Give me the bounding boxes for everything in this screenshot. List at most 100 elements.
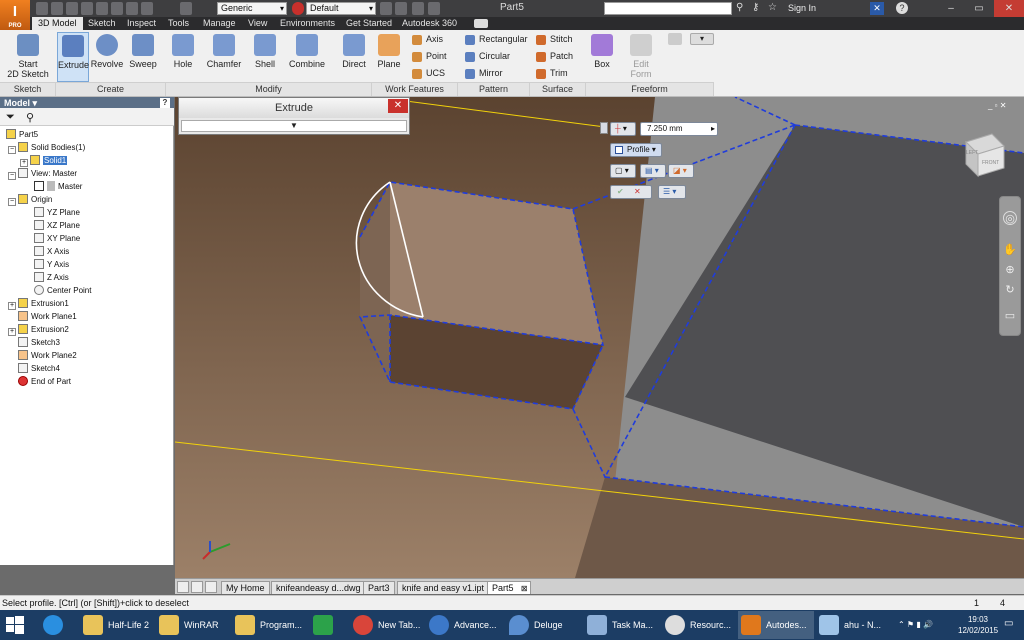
chamfer-button[interactable]: Chamfer	[204, 32, 244, 82]
help-icon[interactable]: ?	[896, 2, 908, 14]
viewport-window-controls[interactable]: _ ▫ ✕	[988, 101, 1020, 111]
tree-node-origin[interactable]: − Origin	[2, 193, 172, 206]
minitoolbar-grip[interactable]	[600, 122, 608, 134]
expand-icon[interactable]: +	[20, 159, 28, 167]
tree-node-part[interactable]: Part5	[2, 128, 172, 141]
tree-node-extrusion2[interactable]: + Extrusion2	[2, 323, 172, 336]
open-file-icon[interactable]	[51, 2, 63, 15]
plane-button[interactable]: Plane	[374, 32, 404, 82]
taskbar-deluge[interactable]: Deluge	[506, 611, 582, 639]
help-search-input[interactable]	[604, 2, 732, 15]
tree-node-y-axis[interactable]: Y Axis	[2, 258, 172, 271]
hole-button[interactable]: Hole	[168, 32, 198, 82]
taskbar-winrar[interactable]: WinRAR	[156, 611, 230, 639]
collapse-icon[interactable]: −	[8, 146, 16, 154]
checkbox-checked-icon[interactable]	[34, 181, 44, 191]
group-surface[interactable]: Surface	[530, 82, 586, 96]
tree-node-view-master[interactable]: − View: Master	[2, 167, 172, 180]
model-canvas[interactable]	[175, 97, 1024, 578]
zoom-icon[interactable]: ⊕	[1003, 263, 1017, 277]
tree-node-z-axis[interactable]: Z Axis	[2, 271, 172, 284]
taskbar-clock[interactable]: 19:03 12/02/2015	[958, 614, 998, 636]
tree-node-end-of-part[interactable]: End of Part	[2, 375, 172, 388]
minimize-button[interactable]: –	[936, 0, 966, 17]
box-button[interactable]: Box	[588, 32, 616, 82]
taskbar-advance[interactable]: Advance...	[426, 611, 502, 639]
tree-node-xz-plane[interactable]: XZ Plane	[2, 219, 172, 232]
viewcube[interactable]: LEFT FRONT	[962, 132, 1006, 178]
system-tray-icons[interactable]: ⌃ ⚑ ▮ 🔊	[898, 620, 954, 630]
tree-node-yz-plane[interactable]: YZ Plane	[2, 206, 172, 219]
measure-icon[interactable]	[380, 2, 392, 15]
ucs-button[interactable]: UCS	[410, 66, 445, 81]
distance-arrow-icon[interactable]: ▸	[711, 123, 715, 135]
extrude-button[interactable]: Extrude	[57, 32, 89, 82]
tree-node-extrusion1[interactable]: + Extrusion1	[2, 297, 172, 310]
extrude-dialog-title[interactable]: Extrude	[179, 98, 409, 118]
clear-appearance-icon[interactable]	[395, 2, 407, 15]
taskbar-autodesk[interactable]: Autodes...	[738, 611, 814, 639]
taskbar-store[interactable]	[310, 611, 346, 639]
doc-tab-part3[interactable]: Part3	[363, 581, 395, 594]
look-at-icon[interactable]: ▭	[1003, 309, 1017, 323]
redo-icon[interactable]	[96, 2, 108, 15]
viewcube-front-face[interactable]: FRONT	[982, 160, 999, 166]
tab-get-started[interactable]: Get Started	[340, 17, 398, 30]
start-sketch-button[interactable]: Start 2D Sketch	[6, 32, 50, 82]
combine-button[interactable]: Combine	[287, 32, 327, 82]
sweep-button[interactable]: Sweep	[126, 32, 160, 82]
rectangular-pattern-button[interactable]: Rectangular	[463, 32, 528, 47]
tab-sketch[interactable]: Sketch	[82, 17, 122, 30]
distance-input[interactable]: 7.250 mm ▸	[640, 122, 718, 136]
sign-in-link[interactable]: Sign In	[788, 3, 816, 13]
material-combo[interactable]: Generic	[217, 2, 287, 15]
taskbar-ahu-notepad[interactable]: ahu - N...	[816, 611, 892, 639]
group-create[interactable]: Create	[56, 82, 166, 96]
collapse-icon[interactable]: −	[8, 172, 16, 180]
extrude-close-button[interactable]: ✕	[388, 99, 408, 113]
ribbon-options-icon[interactable]	[474, 19, 488, 28]
tree-node-sketch4[interactable]: Sketch4	[2, 362, 172, 375]
taskbar-new-tab[interactable]: New Tab...	[350, 611, 424, 639]
appearance-combo[interactable]: Default	[306, 2, 376, 15]
maximize-button[interactable]: ▭	[964, 0, 994, 17]
tab-close-icon[interactable]: ⊠	[521, 582, 528, 595]
tree-node-solid1[interactable]: + Solid1	[2, 154, 172, 167]
exchange-icon[interactable]: ✕	[870, 2, 884, 15]
point-button[interactable]: Point	[410, 49, 447, 64]
tab-tools[interactable]: Tools	[162, 17, 195, 30]
tab-manage[interactable]: Manage	[197, 17, 242, 30]
app-logo[interactable]: I PRO	[0, 0, 30, 30]
new-file-icon[interactable]	[36, 2, 48, 15]
update-icon[interactable]	[126, 2, 138, 15]
patch-button[interactable]: Patch	[534, 49, 573, 64]
taskbar-half-life-2[interactable]: Half-Life 2	[80, 611, 154, 639]
tree-node-work-plane2[interactable]: Work Plane2	[2, 349, 172, 362]
tree-node-sketch3[interactable]: Sketch3	[2, 336, 172, 349]
parameters-icon[interactable]	[412, 2, 424, 15]
star-icon[interactable]: ☆	[768, 2, 780, 14]
output-dropdown[interactable]: ▢ ▾	[610, 164, 636, 178]
filter-icon[interactable]: ⏷	[6, 111, 15, 124]
taskbar-program[interactable]: Program...	[232, 611, 306, 639]
revolve-button[interactable]: Revolve	[90, 32, 124, 82]
key-icon[interactable]: ⚷	[752, 2, 764, 14]
tab-environments[interactable]: Environments	[274, 17, 341, 30]
direct-button[interactable]: Direct	[339, 32, 369, 82]
tile-icon[interactable]	[177, 581, 189, 593]
extrude-expand-button[interactable]: ▼	[181, 120, 407, 132]
viewcube-left-face[interactable]: LEFT	[966, 150, 978, 156]
ok-icon[interactable]: ✔	[617, 187, 624, 196]
tab-view[interactable]: View	[242, 17, 273, 30]
collapse-icon[interactable]: −	[8, 198, 16, 206]
doc-tab-my-home[interactable]: My Home	[221, 581, 270, 594]
trim-button[interactable]: Trim	[534, 66, 568, 81]
expand-icon[interactable]: +	[8, 302, 16, 310]
direction-dropdown[interactable]: ▤ ▾	[640, 164, 666, 178]
orbit-icon[interactable]: ↻	[1003, 283, 1017, 297]
doc-tab-part5[interactable]: Part5 ⊠	[487, 581, 531, 594]
panel-options-icon[interactable]	[668, 33, 682, 45]
home-icon[interactable]	[111, 2, 123, 15]
boolean-dropdown[interactable]: ◪ ▾	[668, 164, 694, 178]
tree-node-x-axis[interactable]: X Axis	[2, 245, 172, 258]
